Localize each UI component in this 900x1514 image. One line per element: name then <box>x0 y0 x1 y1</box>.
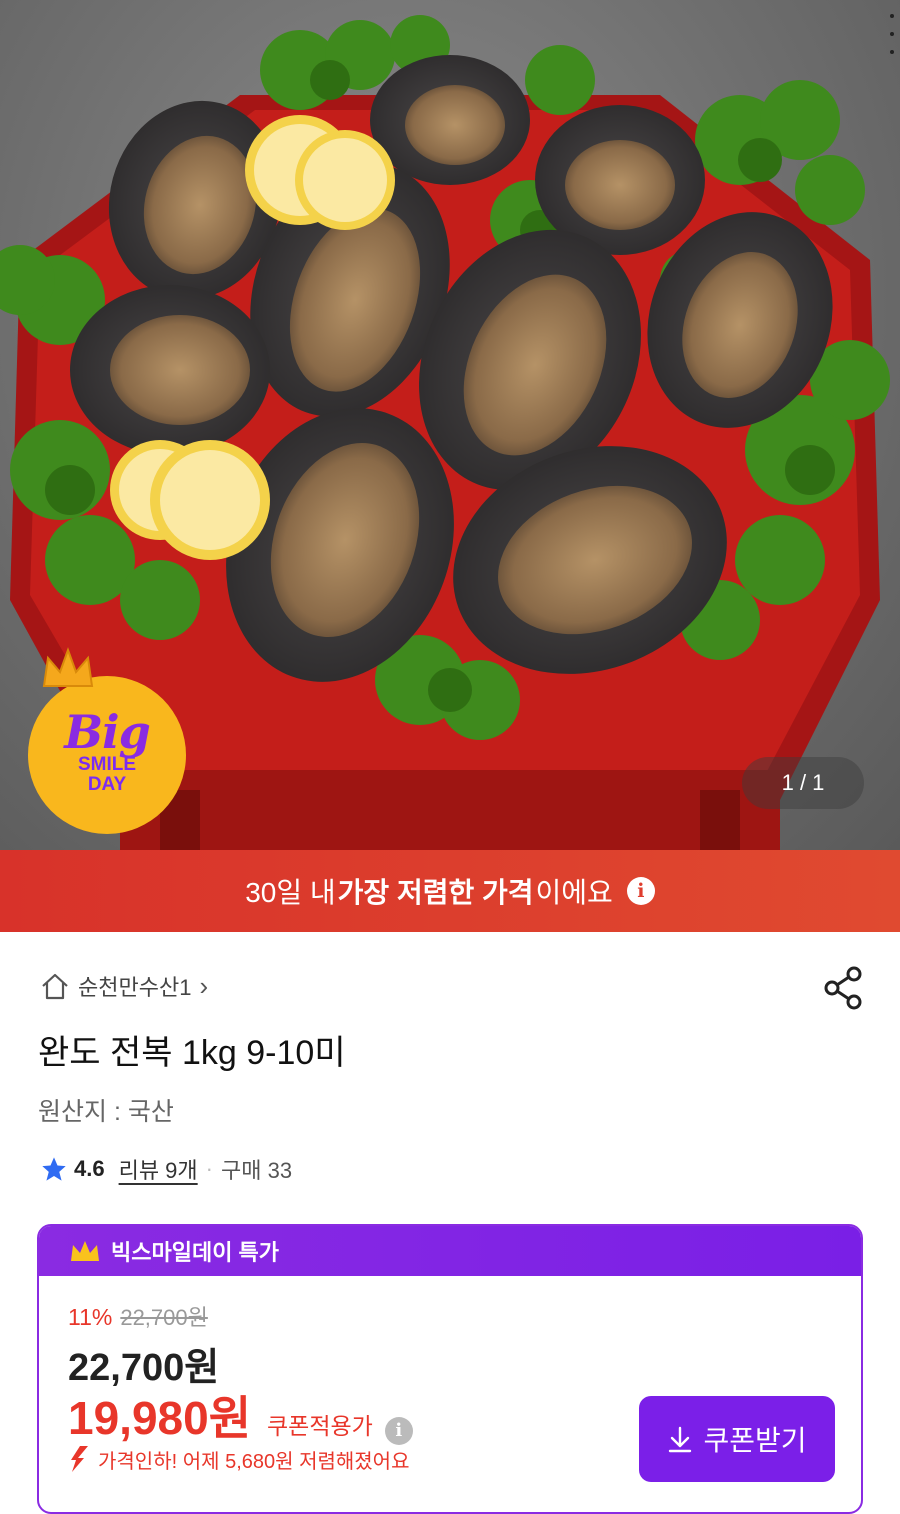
review-count-link[interactable]: 리뷰 9개 <box>119 1153 198 1185</box>
product-title: 완도 전복 1kg 9-10미 <box>38 1034 346 1072</box>
big-smile-day-badge: Big SMILE DAY <box>28 647 186 834</box>
rating-separator: · <box>205 1156 213 1181</box>
banner-strong: 가장 저렴한 가격 <box>337 877 534 908</box>
coupon-price-row: 19,980원 쿠폰적용가 i <box>68 1382 413 1448</box>
coupon-price-label: 쿠폰적용가 <box>267 1413 373 1439</box>
product-image[interactable]: Big SMILE DAY 1 / 1 <box>0 0 900 850</box>
info-icon[interactable]: i <box>384 1416 413 1445</box>
original-price: 22,700원 <box>120 1305 208 1330</box>
more-vert-icon[interactable] <box>890 14 894 54</box>
discount-row: 11% 22,700원 <box>68 1300 208 1332</box>
image-pager: 1 / 1 <box>742 757 864 809</box>
promo-title: 빅스마일데이 특가 <box>111 1240 280 1265</box>
badge-line1: SMILE <box>77 754 137 775</box>
crown-icon <box>71 1241 99 1261</box>
info-icon[interactable]: i <box>626 877 655 905</box>
star-icon <box>42 1157 66 1181</box>
price-drop-text: 가격인하! 어제 5,680원 저렴해졌어요 <box>98 1450 410 1473</box>
banner-suffix: 이에요 <box>535 877 613 908</box>
discount-percent: 11% <box>68 1304 113 1330</box>
download-icon <box>669 1426 692 1453</box>
rating-score: 4.6 <box>74 1156 105 1181</box>
down-arrow-icon <box>71 1446 88 1472</box>
seller-name: 순천만수산1 <box>78 975 192 1000</box>
promo-card: 빅스마일데이 특가 11% 22,700원 22,700원 19,980원 쿠폰… <box>37 1224 863 1514</box>
get-coupon-label: 쿠폰받기 <box>703 1425 807 1456</box>
banner-prefix: 30일 내 <box>245 877 336 908</box>
share-icon[interactable] <box>820 964 868 1012</box>
coupon-price: 19,980원 <box>68 1392 252 1444</box>
seller-link[interactable]: 순천만수산1 › <box>40 968 208 1004</box>
get-coupon-button[interactable]: 쿠폰받기 <box>639 1396 835 1482</box>
crown-icon <box>42 647 94 687</box>
chevron-right-icon: › <box>199 970 209 1001</box>
badge-big-text: Big <box>64 705 151 759</box>
price-drop-notice: 가격인하! 어제 5,680원 저렴해졌어요 <box>68 1444 409 1474</box>
purchase-count: 구매 33 <box>221 1158 293 1183</box>
home-icon <box>42 973 68 1000</box>
lowest-price-banner[interactable]: 30일 내 가장 저렴한 가격 이에요 i <box>0 850 900 932</box>
rating-row: 4.6 리뷰 9개 · 구매 33 <box>40 1152 292 1186</box>
badge-line2: DAY <box>87 774 127 795</box>
promo-header: 빅스마일데이 특가 <box>39 1226 861 1276</box>
product-origin: 원산지 : 국산 <box>38 1098 174 1126</box>
